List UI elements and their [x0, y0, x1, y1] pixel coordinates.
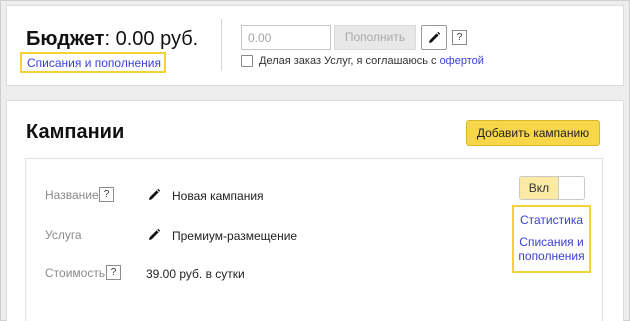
campaign-cost-value: 39.00 руб. в сутки [146, 267, 245, 281]
budget-history-highlight: Списания и пополнения [20, 52, 166, 73]
budget-amount: : 0.00 руб. [104, 28, 199, 50]
campaign-cost-label: Стоимость [45, 266, 106, 280]
offer-agreement: Делая заказ Услуг, я соглашаюсь с оферто… [241, 54, 484, 68]
topup-amount-input[interactable] [241, 25, 331, 50]
offer-link[interactable]: офертой [440, 55, 484, 67]
statistics-link[interactable]: Статистика [514, 213, 589, 227]
edit-name-pencil-icon[interactable] [147, 188, 161, 202]
campaign-name-label: Название [45, 188, 99, 202]
campaigns-panel: Кампании Добавить кампанию Название ? Но… [6, 100, 624, 321]
campaign-history-link-line1: Списания и [519, 235, 584, 249]
add-campaign-button[interactable]: Добавить кампанию [466, 120, 600, 146]
campaign-links-highlight: Статистика Списания и пополнения [512, 205, 591, 273]
toggle-on-label: Вкл [520, 177, 558, 199]
campaign-status-toggle[interactable]: Вкл [519, 176, 585, 200]
campaign-service-value: Премиум-размещение [172, 229, 298, 243]
campaign-item: Название ? Новая кампания Услуга Премиум… [25, 158, 603, 321]
campaign-name-value: Новая кампания [172, 189, 264, 203]
cost-help-icon[interactable]: ? [106, 265, 121, 280]
budget-title: Бюджет: 0.00 руб. [26, 27, 198, 51]
offer-text: Делая заказ Услуг, я соглашаюсь с [259, 55, 437, 67]
divider [221, 19, 222, 71]
campaign-history-link-line2: пополнения [518, 249, 585, 263]
budget-history-link[interactable]: Списания и пополнения [27, 56, 161, 70]
budget-label: Бюджет [26, 28, 105, 50]
pencil-icon [429, 31, 441, 43]
offer-checkbox[interactable] [241, 55, 253, 67]
budget-panel: Бюджет: 0.00 руб. Списания и пополнения … [6, 5, 624, 86]
edit-budget-button[interactable] [421, 25, 447, 50]
campaigns-title: Кампании [26, 121, 125, 143]
campaign-history-link[interactable]: Списания и пополнения [514, 235, 589, 263]
edit-service-pencil-icon[interactable] [147, 228, 161, 242]
topup-button[interactable]: Пополнить [334, 25, 416, 50]
budget-help-icon[interactable]: ? [452, 30, 467, 45]
toggle-knob [558, 177, 584, 199]
name-help-icon[interactable]: ? [99, 187, 114, 202]
campaign-service-label: Услуга [45, 228, 82, 242]
